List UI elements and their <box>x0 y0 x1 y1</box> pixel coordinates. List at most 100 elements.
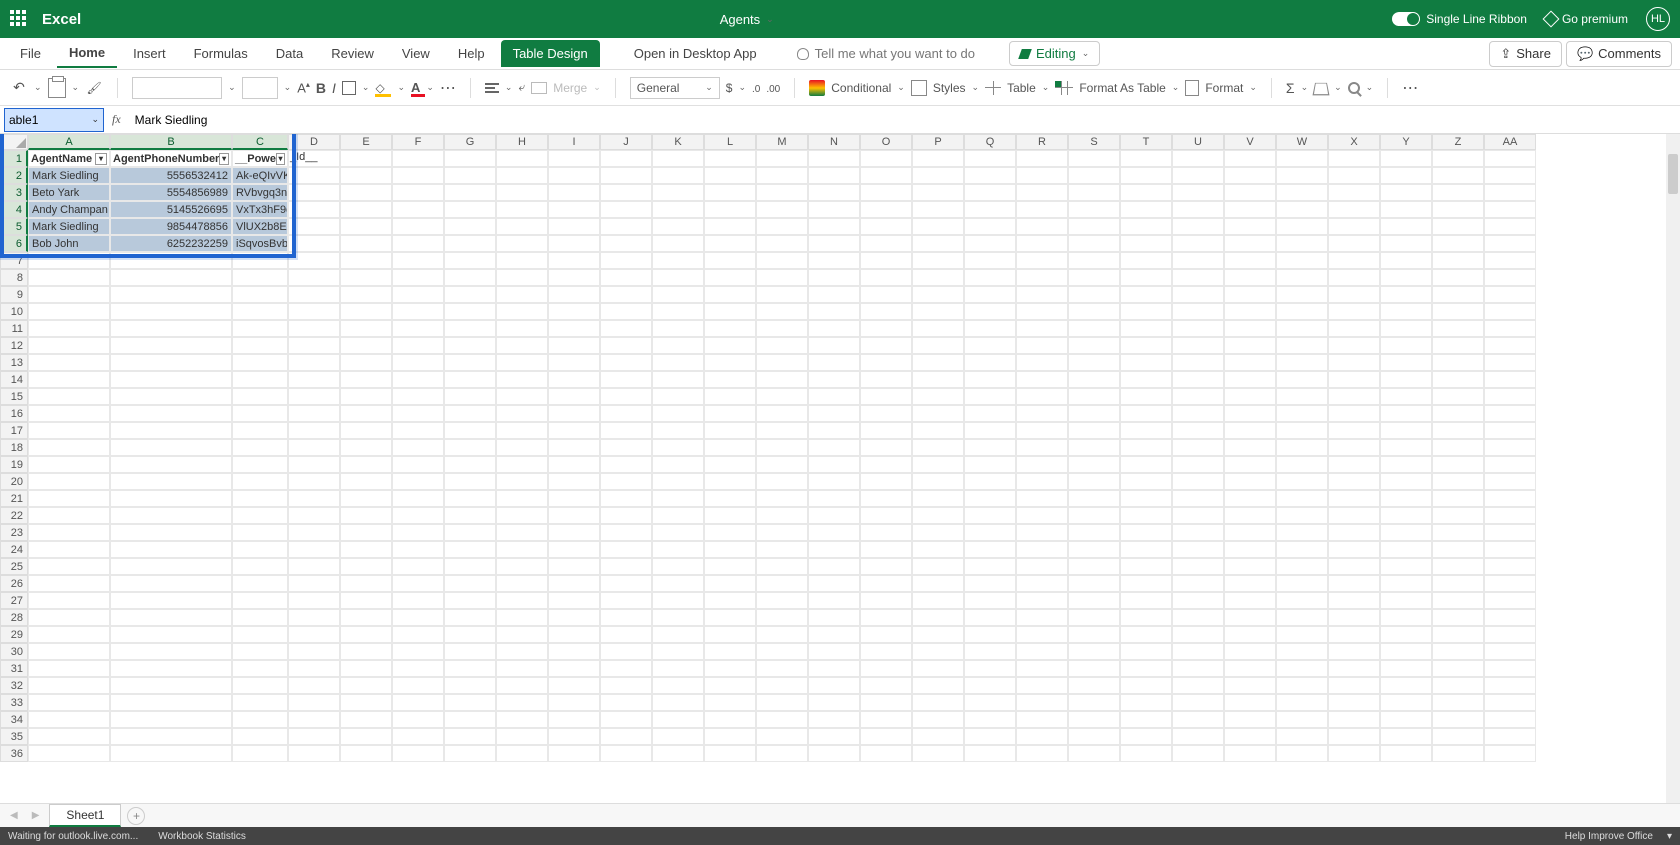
wrap-text-button[interactable] <box>518 80 525 95</box>
cell[interactable] <box>1328 609 1380 626</box>
cell[interactable] <box>756 303 808 320</box>
decrease-decimal-button[interactable] <box>766 81 780 95</box>
cell[interactable] <box>808 745 860 762</box>
cell[interactable] <box>912 286 964 303</box>
cell[interactable] <box>652 660 704 677</box>
cell[interactable] <box>600 286 652 303</box>
cell[interactable] <box>1276 201 1328 218</box>
column-header[interactable]: L <box>704 134 756 150</box>
column-header[interactable]: K <box>652 134 704 150</box>
cell[interactable] <box>232 592 288 609</box>
cell[interactable] <box>110 728 232 745</box>
cell[interactable] <box>912 388 964 405</box>
cell[interactable] <box>652 303 704 320</box>
cell[interactable] <box>964 507 1016 524</box>
cell[interactable] <box>964 660 1016 677</box>
cell[interactable] <box>860 371 912 388</box>
cell[interactable] <box>1276 388 1328 405</box>
cell[interactable] <box>600 507 652 524</box>
cell[interactable] <box>652 456 704 473</box>
cell[interactable] <box>652 354 704 371</box>
cell[interactable] <box>392 371 444 388</box>
cell[interactable] <box>808 558 860 575</box>
cell[interactable] <box>1120 575 1172 592</box>
cell[interactable] <box>860 507 912 524</box>
cell[interactable] <box>1432 371 1484 388</box>
cell[interactable] <box>392 609 444 626</box>
cell[interactable] <box>1068 388 1120 405</box>
cell[interactable] <box>1120 303 1172 320</box>
cell[interactable] <box>756 388 808 405</box>
cell[interactable] <box>392 320 444 337</box>
cell[interactable] <box>340 218 392 235</box>
cell[interactable] <box>1120 337 1172 354</box>
cell[interactable] <box>496 439 548 456</box>
cell[interactable] <box>1224 643 1276 660</box>
cell[interactable] <box>1276 184 1328 201</box>
cell[interactable] <box>1016 303 1068 320</box>
cell[interactable] <box>496 303 548 320</box>
cell[interactable] <box>232 677 288 694</box>
cell[interactable] <box>1016 609 1068 626</box>
cell[interactable] <box>964 677 1016 694</box>
cell[interactable] <box>1224 456 1276 473</box>
row-header[interactable]: 27 <box>0 592 28 609</box>
table-cell[interactable]: Beto Yark <box>28 184 110 201</box>
cell[interactable] <box>28 337 110 354</box>
cell[interactable] <box>288 660 340 677</box>
cell[interactable] <box>1016 201 1068 218</box>
cell[interactable] <box>704 524 756 541</box>
cell[interactable] <box>288 201 340 218</box>
cell[interactable] <box>496 490 548 507</box>
cell[interactable] <box>1484 643 1536 660</box>
cell[interactable] <box>496 592 548 609</box>
cell[interactable] <box>1224 558 1276 575</box>
cell[interactable] <box>1068 575 1120 592</box>
cell[interactable] <box>1432 201 1484 218</box>
cell[interactable] <box>548 575 600 592</box>
cell[interactable] <box>1380 422 1432 439</box>
increase-font-button[interactable]: A▴ <box>297 80 310 95</box>
cell[interactable] <box>1328 150 1380 167</box>
cell[interactable] <box>1328 337 1380 354</box>
cell[interactable] <box>444 694 496 711</box>
cell[interactable] <box>600 490 652 507</box>
cell[interactable] <box>860 405 912 422</box>
cell[interactable] <box>496 626 548 643</box>
cell[interactable] <box>1432 150 1484 167</box>
column-header[interactable]: R <box>1016 134 1068 150</box>
cell[interactable] <box>110 592 232 609</box>
cell[interactable] <box>860 150 912 167</box>
cell[interactable] <box>1328 677 1380 694</box>
cell[interactable] <box>496 728 548 745</box>
cell[interactable] <box>232 609 288 626</box>
table-button[interactable]: Table <box>1007 81 1036 95</box>
cell[interactable] <box>288 728 340 745</box>
cell[interactable] <box>28 371 110 388</box>
cell[interactable] <box>1328 626 1380 643</box>
cell[interactable] <box>1224 320 1276 337</box>
cell[interactable] <box>756 405 808 422</box>
chevron-down-icon[interactable]: ⌄ <box>34 82 42 93</box>
cell[interactable] <box>704 388 756 405</box>
cell[interactable] <box>808 252 860 269</box>
cell[interactable] <box>1276 694 1328 711</box>
cell[interactable] <box>652 405 704 422</box>
cell[interactable] <box>860 609 912 626</box>
cell[interactable] <box>808 711 860 728</box>
cell[interactable] <box>964 150 1016 167</box>
cell[interactable] <box>110 388 232 405</box>
cell[interactable] <box>548 728 600 745</box>
cell[interactable] <box>444 252 496 269</box>
cell[interactable] <box>600 711 652 728</box>
cell[interactable] <box>110 575 232 592</box>
cell[interactable] <box>1172 558 1224 575</box>
cell[interactable] <box>1120 541 1172 558</box>
cell[interactable] <box>548 507 600 524</box>
cell[interactable] <box>1276 303 1328 320</box>
cell[interactable] <box>756 626 808 643</box>
cell[interactable] <box>600 558 652 575</box>
cell[interactable] <box>288 711 340 728</box>
cell[interactable] <box>232 473 288 490</box>
cell[interactable] <box>392 575 444 592</box>
